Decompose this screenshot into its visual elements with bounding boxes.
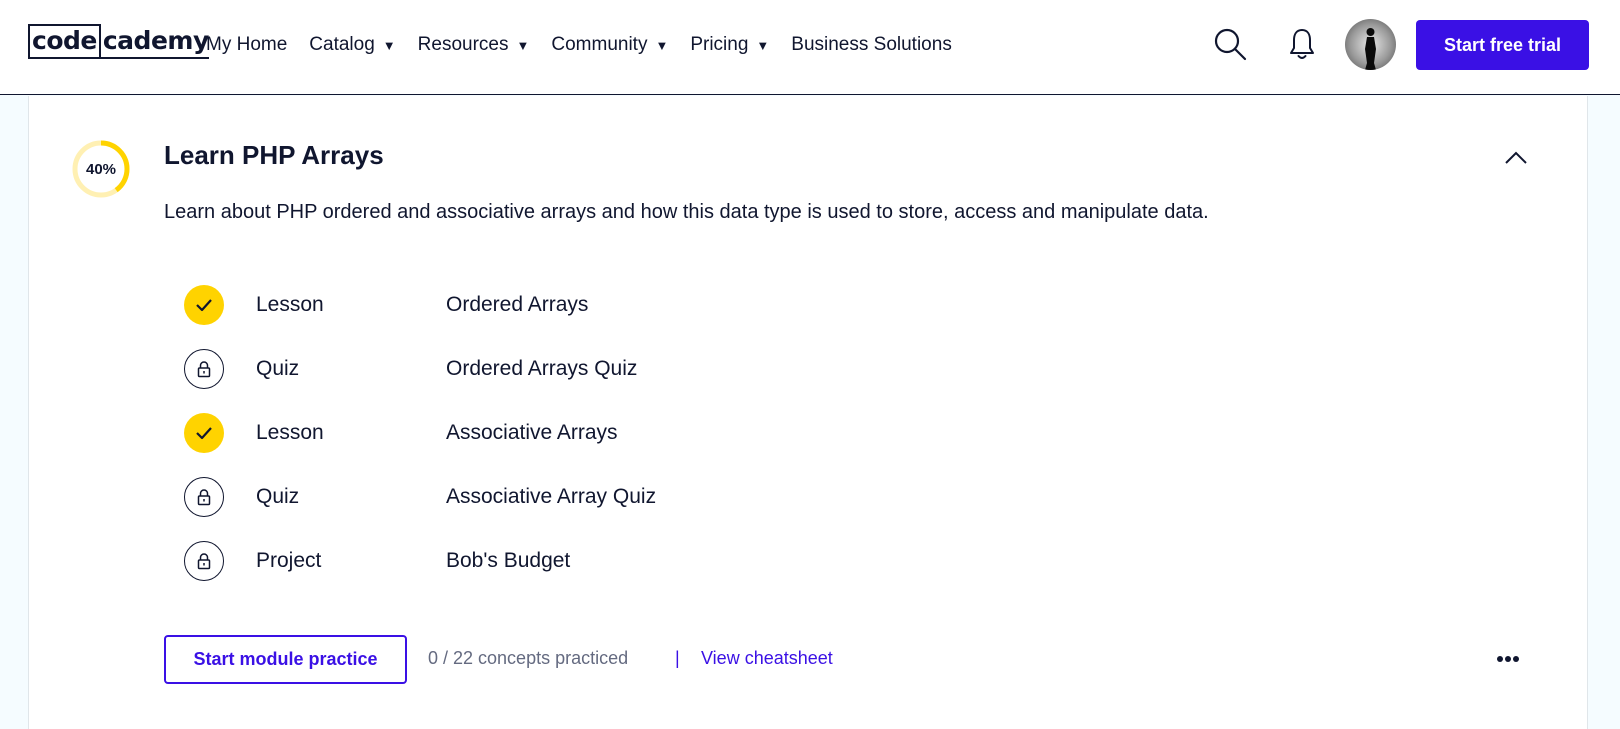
logo-cademy-part: cademy [100,24,209,59]
caret-down-icon: ▼ [516,37,530,53]
chevron-up-icon[interactable] [1503,148,1529,168]
list-item[interactable]: Quiz Ordered Arrays Quiz [184,349,984,413]
list-item[interactable]: Quiz Associative Array Quiz [184,477,984,541]
concepts-practiced-count: 0 / 22 concepts practiced [428,648,629,668]
locked-status [184,477,224,517]
item-type-label: Quiz [256,357,300,380]
lock-icon [197,489,211,506]
start-module-practice-button[interactable]: Start module practice [164,635,407,684]
module-title: Learn PHP Arrays [164,140,384,170]
list-item[interactable]: Lesson Associative Arrays [184,413,984,477]
nav-item-label: Catalog [309,34,375,55]
caret-down-icon: ▼ [382,37,396,53]
item-type-label: Lesson [256,293,324,316]
item-type-label: Project [256,549,322,572]
codecademy-logo[interactable]: code cademy [28,24,209,59]
item-name-label: Associative Arrays [446,421,618,444]
list-item[interactable]: Project Bob's Budget [184,541,984,605]
nav-item-label: Business Solutions [791,34,952,55]
nav-item-label: Resources [417,34,509,55]
search-icon[interactable] [1212,26,1248,62]
lock-icon [197,361,211,378]
checkmark-icon [196,299,212,312]
nav-item-catalog[interactable]: Catalog ▼ [309,34,395,56]
nav-item-resources[interactable]: Resources ▼ [418,34,530,56]
nav-item-label: Pricing [690,34,749,55]
locked-status [184,541,224,581]
more-options-icon[interactable] [1496,651,1520,667]
caret-down-icon: ▼ [655,37,669,53]
item-name-label: Bob's Budget [446,549,571,572]
nav-item-community[interactable]: Community ▼ [551,34,668,56]
nav-item-my-home[interactable]: My Home [206,34,287,56]
completed-status [184,285,224,325]
lock-icon [197,553,211,570]
list-item[interactable]: Lesson Ordered Arrays [184,285,984,349]
locked-status [184,349,224,389]
module-progress-label: 40% [85,160,117,178]
item-name-label: Associative Array Quiz [446,485,657,508]
item-type-label: Lesson [256,421,324,444]
logo-code-part: code [28,24,101,59]
item-name-label: Ordered Arrays [446,293,589,316]
bell-icon[interactable] [1287,26,1317,62]
separator: | [675,648,680,668]
nav-item-label: My Home [206,34,288,55]
nav-item-pricing[interactable]: Pricing ▼ [690,34,769,56]
nav-item-label: Community [551,34,648,55]
checkmark-icon [196,427,212,440]
completed-status [184,413,224,453]
item-name-label: Ordered Arrays Quiz [446,357,638,380]
main-nav: My Home Catalog ▼ Resources ▼ Community ▼ Prici… [206,0,952,90]
top-navigation-bar: code cademy My Home Catalog ▼ Resources ▼ Com… [0,0,1620,95]
start-free-trial-button[interactable]: Start free trial [1416,20,1589,70]
caret-down-icon: ▼ [756,37,770,53]
user-avatar[interactable] [1345,19,1396,70]
nav-item-business-solutions[interactable]: Business Solutions [791,34,952,56]
module-content-list: Lesson Ordered Arrays Quiz Ordered Arrays Q… [184,285,984,605]
view-cheatsheet-link[interactable]: View cheatsheet [701,648,833,669]
module-description: Learn about PHP ordered and associative … [164,201,1209,223]
item-type-label: Quiz [256,485,300,508]
avatar-silhouette-icon [1365,28,1376,70]
